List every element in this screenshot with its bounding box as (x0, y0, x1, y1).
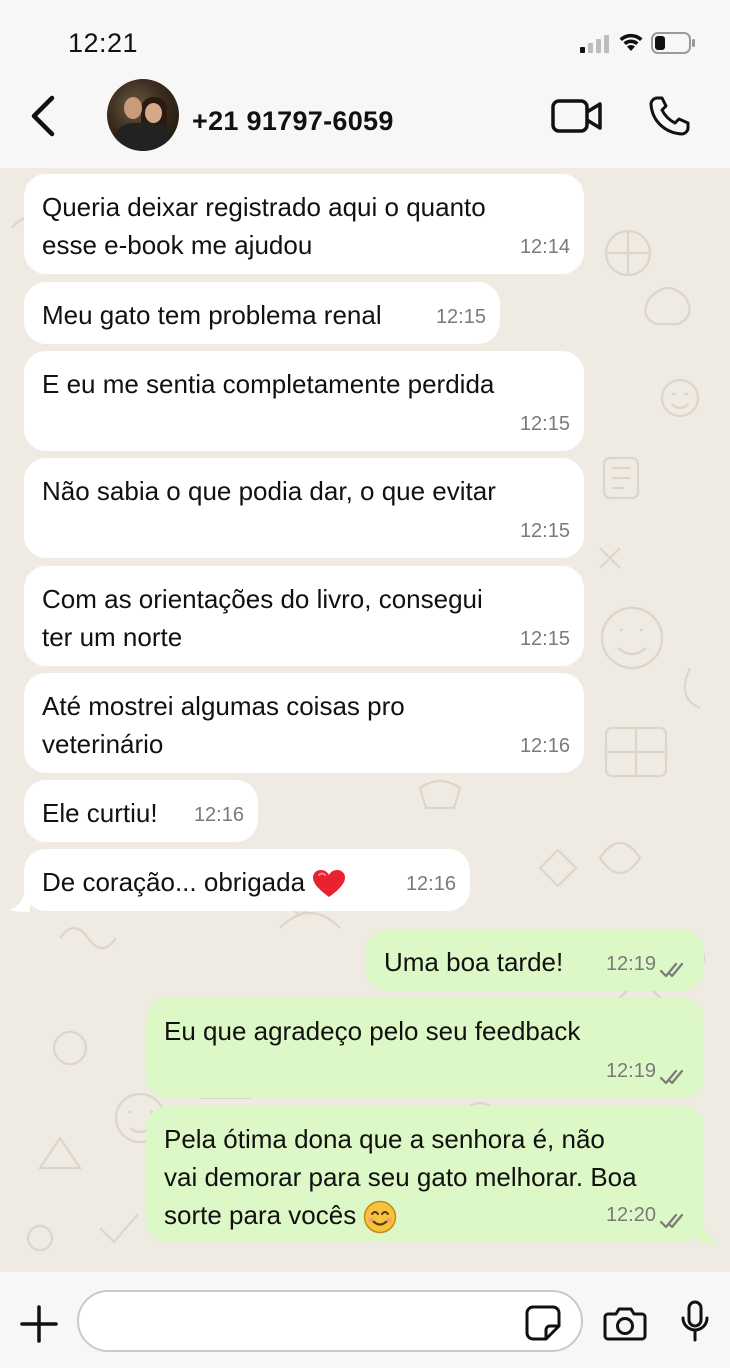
battery-icon (651, 32, 695, 54)
read-receipt-icon (660, 1213, 684, 1229)
message-time: 12:19 (605, 953, 656, 975)
back-chevron-icon[interactable] (26, 94, 58, 138)
incoming-message[interactable]: Até mostrei algumas coisas pro veterinár… (24, 673, 584, 773)
message-time: 12:16 (519, 735, 570, 757)
message-time: 12:15 (519, 413, 570, 435)
message-time: 12:15 (519, 628, 570, 650)
incoming-message[interactable]: Ele curtiu! 12:16 (24, 780, 258, 842)
message-input-bar (0, 1272, 730, 1368)
chat-area[interactable]: Queria deixar registrado aqui o quanto e… (0, 168, 730, 1272)
wifi-icon (619, 33, 643, 51)
smiling-face-icon (364, 1200, 397, 1234)
message-text: Até mostrei algumas coisas pro veterinár… (42, 691, 405, 759)
contact-avatar[interactable] (107, 79, 179, 151)
message-text: De coração... obrigada (42, 863, 452, 901)
status-time: 12:21 (68, 28, 139, 58)
chat-header: +21 91797-6059 (0, 79, 730, 168)
message-time: 12:16 (193, 804, 244, 826)
red-heart-icon (313, 870, 346, 898)
bubble-tail (698, 1226, 718, 1244)
contact-name[interactable]: +21 91797-6059 (192, 106, 394, 137)
message-text: Não sabia o que podia dar, o que evitar (42, 476, 496, 506)
message-text: Queria deixar registrado aqui o quanto e… (42, 192, 486, 260)
message-text: E eu me sentia completamente perdida (42, 369, 495, 399)
message-time: 12:19 (605, 1060, 656, 1082)
message-input[interactable] (99, 1292, 533, 1352)
message-text-content: De coração... obrigada (42, 867, 306, 897)
incoming-message[interactable]: De coração... obrigada 12:16 (24, 849, 470, 911)
cellular-signal-icon (580, 35, 609, 53)
incoming-message[interactable]: Não sabia o que podia dar, o que evitar … (24, 458, 584, 558)
sticker-icon[interactable] (524, 1304, 562, 1342)
incoming-message[interactable]: Com as orientações do livro, consegui te… (24, 566, 584, 666)
message-text: Com as orientações do livro, consegui te… (42, 584, 483, 652)
message-time: 12:15 (519, 520, 570, 542)
incoming-message[interactable]: E eu me sentia completamente perdida 12:… (24, 351, 584, 451)
microphone-icon[interactable] (680, 1300, 710, 1342)
message-time: 12:20 (605, 1204, 656, 1226)
plus-icon[interactable] (19, 1304, 59, 1344)
message-input-field[interactable] (77, 1290, 583, 1352)
message-time: 12:16 (405, 873, 456, 895)
incoming-message[interactable]: Meu gato tem problema renal 12:15 (24, 282, 500, 344)
message-time: 12:15 (435, 306, 486, 328)
outgoing-message[interactable]: Uma boa tarde! 12:19 (366, 929, 704, 991)
read-receipt-icon (660, 1069, 684, 1085)
incoming-message[interactable]: Queria deixar registrado aqui o quanto e… (24, 174, 584, 274)
status-bar: 12:21 (0, 0, 730, 84)
message-text-content: Pela ótima dona que a senhora é, não vai… (164, 1124, 637, 1230)
video-call-icon[interactable] (551, 98, 603, 134)
outgoing-message[interactable]: Pela ótima dona que a senhora é, não vai… (146, 1106, 704, 1242)
message-text: Meu gato tem problema renal (42, 300, 382, 330)
camera-icon[interactable] (603, 1305, 647, 1341)
voice-call-icon[interactable] (648, 95, 692, 137)
read-receipt-icon (660, 962, 684, 978)
outgoing-message[interactable]: Eu que agradeço pelo seu feedback 12:19 (146, 998, 704, 1098)
message-time: 12:14 (519, 236, 570, 258)
message-text: Eu que agradeço pelo seu feedback (164, 1016, 581, 1046)
